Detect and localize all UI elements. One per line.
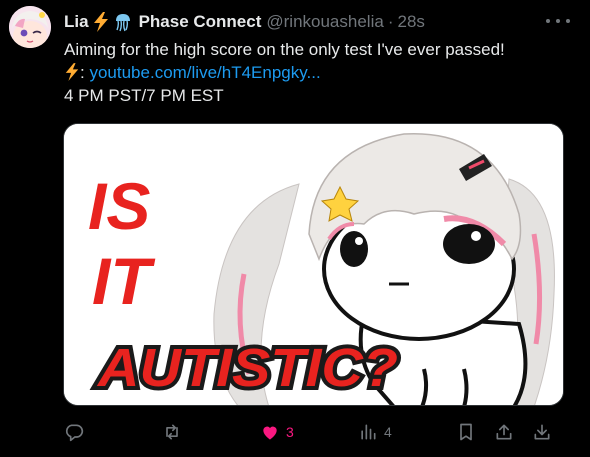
display-name[interactable]: Lia bbox=[64, 12, 89, 32]
lightning-icon bbox=[64, 63, 80, 82]
tweet-header: Lia Phase Connect @rinkouashelia · 28s bbox=[64, 11, 580, 33]
separator: · bbox=[387, 12, 394, 31]
youtube-link[interactable]: youtube.com/live/hT4Enpgky... bbox=[89, 63, 320, 82]
views-count: 4 bbox=[384, 424, 392, 440]
link-line: : youtube.com/live/hT4Enpgky... bbox=[64, 61, 574, 84]
retweet-icon bbox=[162, 422, 182, 442]
tweet-text: Aiming for the high score on the only te… bbox=[64, 38, 574, 107]
reply-button[interactable] bbox=[64, 420, 90, 444]
media-word-autistic: AUTISTIC? bbox=[96, 338, 398, 398]
jellyfish-icon bbox=[113, 12, 133, 32]
like-button[interactable]: 3 bbox=[260, 420, 294, 444]
tweet-text-line: Aiming for the high score on the only te… bbox=[64, 40, 505, 59]
media-word-is: IS bbox=[88, 169, 150, 243]
media-title-layer: IS IT AUTISTIC? bbox=[86, 167, 403, 403]
avatar[interactable] bbox=[9, 6, 51, 48]
media-image[interactable]: IS IT AUTISTIC? bbox=[63, 123, 564, 406]
lightning-icon bbox=[92, 12, 110, 32]
action-bar: 3 4 bbox=[64, 420, 574, 444]
bookmark-button[interactable] bbox=[456, 420, 476, 444]
affiliate-name[interactable]: Phase Connect bbox=[139, 12, 262, 32]
handle[interactable]: @rinkouashelia bbox=[266, 12, 383, 32]
schedule-text: 4 PM PST/7 PM EST bbox=[64, 86, 224, 105]
timestamp[interactable]: 28s bbox=[397, 12, 424, 32]
download-button[interactable] bbox=[532, 420, 552, 444]
reply-icon bbox=[64, 422, 84, 442]
views-button[interactable]: 4 bbox=[358, 420, 392, 444]
media-word-it: IT bbox=[92, 244, 155, 318]
share-icon bbox=[494, 422, 514, 442]
retweet-button[interactable] bbox=[162, 420, 188, 444]
more-icon[interactable] bbox=[546, 12, 570, 30]
bookmark-icon bbox=[456, 422, 476, 442]
download-icon bbox=[532, 422, 552, 442]
like-count: 3 bbox=[286, 424, 294, 440]
share-button[interactable] bbox=[494, 420, 514, 444]
views-icon bbox=[358, 422, 378, 442]
heart-icon bbox=[260, 422, 280, 442]
link-prefix: : bbox=[80, 63, 85, 82]
